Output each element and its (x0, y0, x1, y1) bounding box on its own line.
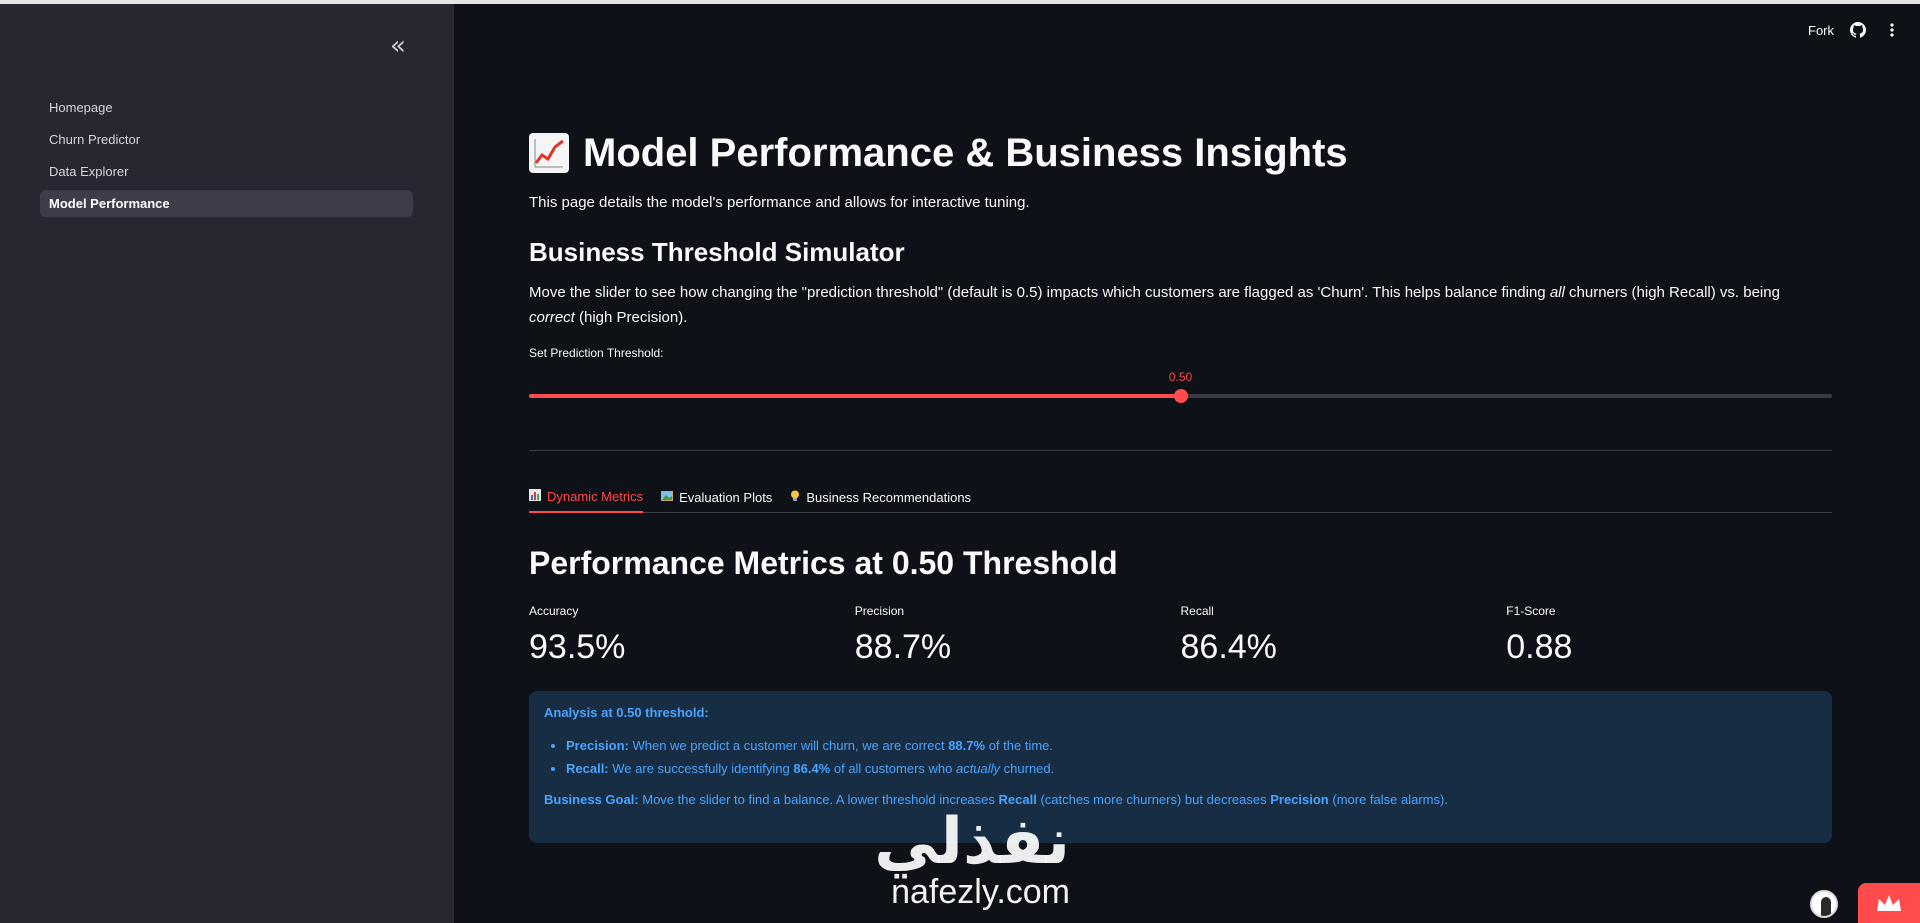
metric-accuracy: Accuracy 93.5% (529, 604, 855, 667)
bar-chart-icon (529, 488, 541, 504)
analysis-precision-item: Precision: When we predict a customer wi… (566, 738, 1817, 753)
metric-value: 0.88 (1506, 628, 1573, 666)
analysis-text: of the time. (985, 738, 1053, 753)
goal-recall: Recall (998, 792, 1037, 807)
tab-evaluation-plots[interactable]: Evaluation Plots (661, 481, 772, 513)
metric-value: 93.5% (529, 628, 626, 666)
tab-bar: Dynamic Metrics Evaluation Plots Busines… (529, 481, 1832, 513)
sidebar-nav: Homepage Churn Predictor Data Explorer M… (40, 94, 413, 222)
analysis-text: churned. (1000, 761, 1055, 776)
analysis-text: When we predict a customer will churn, w… (628, 738, 949, 753)
metrics-row: Accuracy 93.5% Precision 88.7% Recall 86… (529, 604, 1832, 667)
analysis-emphasis: actually (955, 761, 1001, 776)
header-actions: Fork (1808, 20, 1902, 40)
threshold-slider[interactable]: 0.50 (529, 360, 1832, 420)
sidebar-item-model-performance[interactable]: Model Performance (40, 190, 413, 217)
analysis-list: Precision: When we predict a customer wi… (544, 738, 1817, 776)
analysis-text: We are successfully identifying (608, 761, 794, 776)
metric-precision: Precision 88.7% (855, 604, 1181, 667)
precision-value: 88.7% (948, 738, 986, 753)
desc-text: (high Precision). (574, 309, 688, 326)
streamlit-crown-icon[interactable] (1858, 883, 1920, 923)
divider (529, 450, 1832, 451)
analysis-text: (more false alarms). (1328, 792, 1448, 807)
tab-label: Business Recommendations (806, 489, 972, 505)
intro-text: This page details the model's performanc… (529, 194, 1030, 211)
fork-button[interactable]: Fork (1808, 23, 1834, 38)
desc-emphasis-all: all (1549, 284, 1565, 301)
picture-icon (661, 490, 674, 505)
sidebar-item-homepage[interactable]: Homepage (40, 94, 413, 121)
recall-value: 86.4% (793, 761, 831, 776)
tab-business-recommendations[interactable]: Business Recommendations (790, 481, 971, 513)
analysis-text: of all customers who (830, 761, 956, 776)
desc-emphasis-correct: correct (529, 309, 575, 326)
metric-value: 86.4% (1180, 628, 1277, 666)
main-content: Model Performance & Business Insights Th… (529, 120, 1832, 843)
metric-f1-score: F1-Score 0.88 (1506, 604, 1832, 667)
watermark-latin: nafezly.com (891, 873, 1070, 911)
tab-label: Evaluation Plots (679, 489, 773, 505)
metric-label: Precision (854, 604, 905, 618)
desc-text: Move the slider to see how changing the … (529, 284, 1550, 301)
analysis-text: Move the slider to find a balance. A low… (638, 792, 999, 807)
recall-label: Recall: (566, 761, 609, 776)
precision-label: Precision: (566, 738, 629, 753)
slider-value: 0.50 (1168, 370, 1193, 384)
github-icon[interactable] (1848, 20, 1868, 40)
metrics-title: Performance Metrics at 0.50 Threshold (529, 545, 1118, 581)
slider-fill (529, 394, 1181, 398)
metric-label: Accuracy (529, 604, 579, 618)
metric-label: Recall (1180, 604, 1214, 618)
slider-label: Set Prediction Threshold: (529, 346, 664, 360)
more-vert-icon[interactable] (1882, 20, 1902, 40)
collapse-sidebar-icon[interactable]: « (384, 33, 412, 62)
tab-dynamic-metrics[interactable]: Dynamic Metrics (529, 481, 644, 513)
analysis-recall-item: Recall: We are successfully identifying … (566, 761, 1817, 776)
analysis-info-box: Analysis at 0.50 threshold: Precision: W… (529, 691, 1832, 843)
goal-precision: Precision (1270, 792, 1329, 807)
metric-recall: Recall 86.4% (1181, 604, 1507, 667)
goal-label: Business Goal: (544, 792, 639, 807)
slider-thumb[interactable] (1173, 389, 1188, 403)
metric-value: 88.7% (854, 628, 952, 666)
sidebar-item-churn-predictor[interactable]: Churn Predictor (40, 126, 413, 153)
metric-label: F1-Score (1506, 604, 1556, 618)
simulator-description: Move the slider to see how changing the … (529, 280, 1829, 330)
page-title-text: Model Performance & Business Insights (583, 130, 1348, 175)
analysis-text: (catches more churners) but decreases (1036, 792, 1271, 807)
slider-track[interactable] (529, 389, 1832, 403)
chart-increasing-icon (529, 133, 569, 173)
sidebar: « Homepage Churn Predictor Data Explorer… (0, 4, 454, 923)
analysis-heading: Analysis at 0.50 threshold: (544, 705, 709, 720)
tab-label: Dynamic Metrics (547, 488, 644, 504)
light-bulb-icon (790, 490, 800, 505)
page-title: Model Performance & Business Insights (529, 120, 1832, 186)
sidebar-item-data-explorer[interactable]: Data Explorer (40, 158, 413, 185)
desc-text: churners (high Recall) vs. being (1564, 284, 1780, 301)
business-goal: Business Goal: Move the slider to find a… (544, 792, 1817, 807)
avatar[interactable] (1810, 890, 1838, 918)
simulator-title: Business Threshold Simulator (529, 237, 905, 267)
